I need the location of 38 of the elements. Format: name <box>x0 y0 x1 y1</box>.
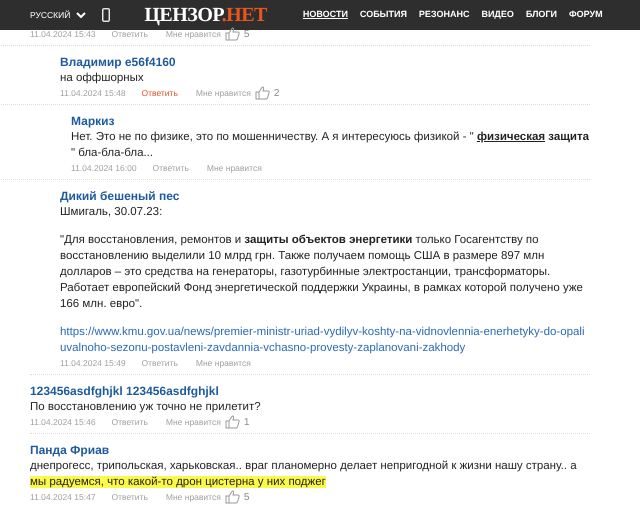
site-logo[interactable]: ЦЕНЗОР.НЕТ <box>144 5 267 25</box>
like-count: 2 <box>274 86 280 100</box>
thumbs-up-icon <box>224 415 240 429</box>
like-count: 1 <box>244 416 250 430</box>
author-link[interactable]: Маркиз <box>71 113 590 129</box>
comment-text: "Для восстановления, ремонтов и защиты объектов энергетики только Госагентству по восстановлению выделили 10 млрд грн. Также получаем помощь США в размере 897 млн долларов – это средства на генераторы, газотурбинные электростанции, трансформаторы. Работает европейский Фонд энергетической поддержки Украины, в рамках которой получено уже 166 млн. евро". <box>60 233 584 312</box>
comment-text: По восстановлению уж точно не прилетит? <box>30 400 262 415</box>
thumbs-up-icon <box>254 86 270 100</box>
comment-date: 11.04.2024 16:00 <box>71 162 137 174</box>
phone-icon[interactable] <box>102 8 110 22</box>
nav-link[interactable]: ВИДЕО <box>481 8 514 22</box>
thumbs-up-icon <box>224 27 240 41</box>
comment-date: 11.04.2024 15:47 <box>30 490 96 504</box>
nav-link[interactable]: БЛОГИ <box>526 8 557 22</box>
author-link[interactable]: Дикий бешеный пес <box>60 188 590 204</box>
author-link[interactable]: 123456asdfghjkl 123456asdfghjkl <box>30 383 590 399</box>
url-link[interactable]: https://www.kmu.gov.ua/news/premier-ministr-uriad-vydilyv-koshty-na-vidnovlennia-enerhetyky-do-opaliuvalnoho-sezonu-postavleni-zavdannia-vchasno-provesty-zaplanovani-zakhody <box>60 324 590 356</box>
like-count: 5 <box>244 490 250 504</box>
comment-text: днепрогесс, трипольская, харьковская.. враг планомерно делает непригодной к жизни нашу страну.. а мы радуемся, что какой-то дрон цистерна у них поджег <box>30 459 578 490</box>
inline-link[interactable]: физическая <box>476 131 546 143</box>
comment-date: 11.04.2024 15:49 <box>60 356 126 370</box>
comment-date: 11.04.2024 15:48 <box>60 86 126 100</box>
nav-link[interactable]: ФОРУМ <box>568 8 603 22</box>
nav-link[interactable]: РЕЗОНАНС <box>418 8 470 22</box>
thumbs-up-icon <box>224 490 240 504</box>
comment-date: 11.04.2024 15:43 <box>30 28 96 40</box>
nav-link[interactable]: СОБЫТИЯ <box>360 8 407 22</box>
language-selector[interactable]: РУССКИЙ <box>30 8 86 22</box>
author-link[interactable]: Панда Фриав <box>30 442 590 458</box>
author-link[interactable]: Владимир e56f4160 <box>60 54 590 70</box>
comment-text: Нет. Это не по физике, это по мошенничеству. А я интересуюсь физикой - " физическая защита " бла-бла-бла... <box>71 130 590 161</box>
chevron-down-icon <box>76 12 86 18</box>
comment-text: на оффшорных <box>60 71 145 86</box>
nav-link[interactable]: НОВОСТИ <box>302 8 348 22</box>
comment-date: 11.04.2024 15:46 <box>30 416 96 428</box>
like-count: 5 <box>244 28 250 42</box>
comment-text: Шмигаль, 30.07.23: <box>60 205 164 220</box>
reply-link[interactable]: Ответить <box>142 86 178 100</box>
